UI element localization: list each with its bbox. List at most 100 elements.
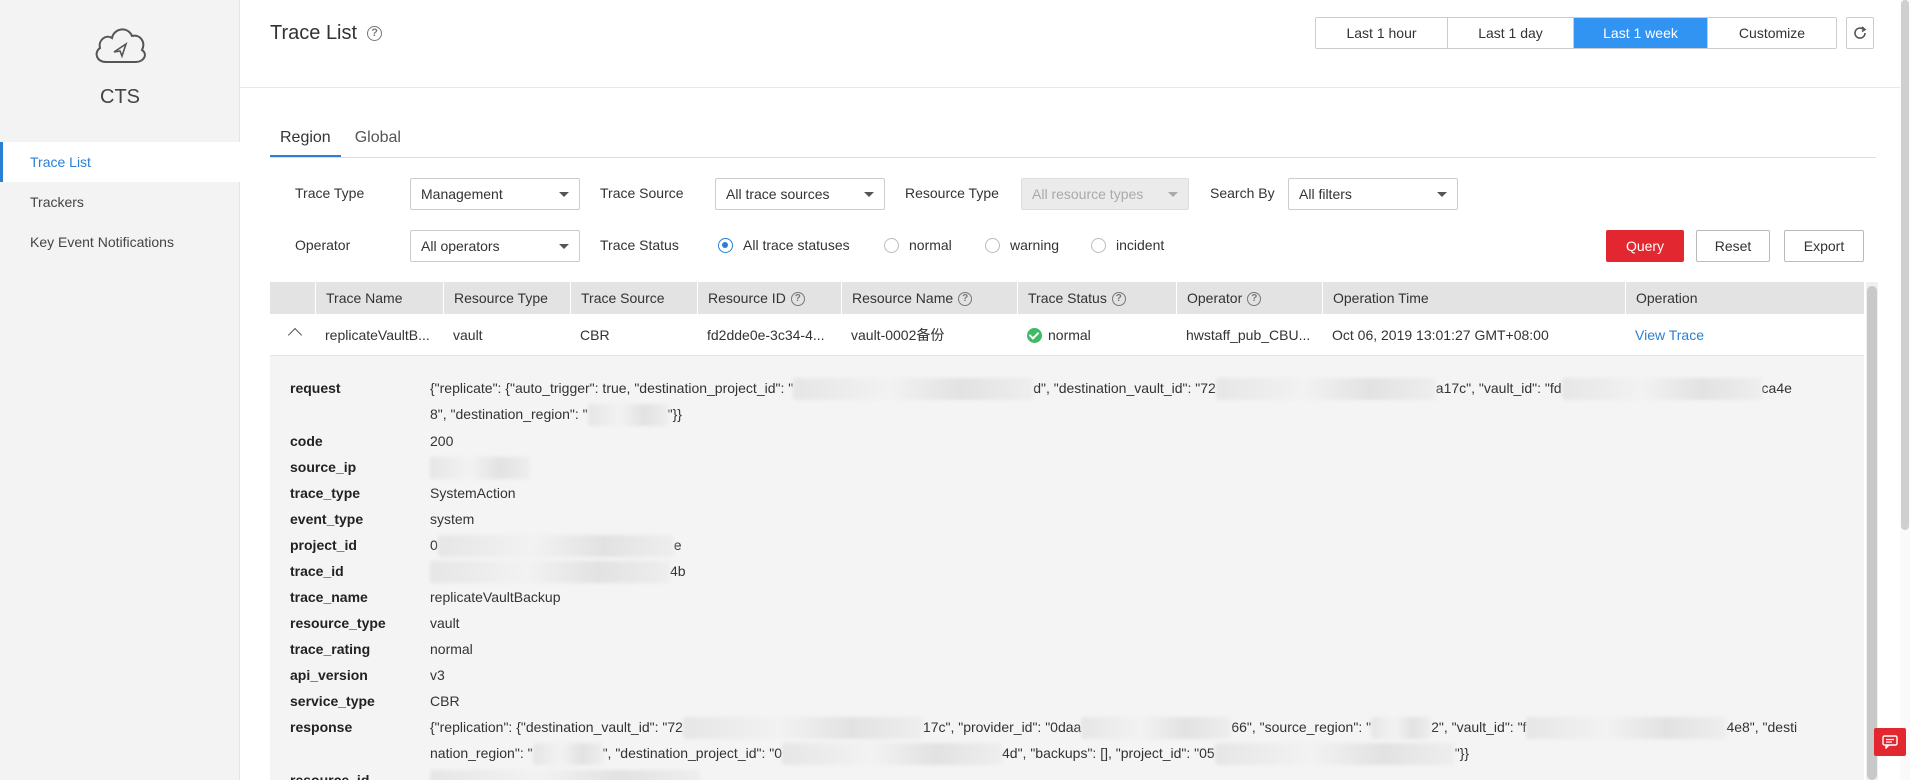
sidebar-item-trace-list[interactable]: Trace List [0, 142, 240, 182]
radio-icon [985, 237, 1000, 253]
trace-type-label: Trace Type [295, 185, 365, 201]
detail-value [430, 767, 1800, 780]
column-header-operation: Operation [1625, 282, 1864, 314]
detail-value-part: ca4e [1761, 380, 1792, 396]
status-radio-warning[interactable]: warning [985, 237, 1059, 253]
cell-resource-name: vault-0002备份 [851, 327, 945, 343]
time-range-last-1-week[interactable]: Last 1 week [1574, 18, 1708, 48]
column-header-trace-status[interactable]: Trace Status? [1017, 282, 1176, 314]
redacted-block [1561, 378, 1762, 401]
tab-global[interactable]: Global [345, 125, 411, 157]
column-header-trace-source[interactable]: Trace Source [570, 282, 697, 314]
detail-key: event_type [290, 511, 364, 527]
time-range-last-1-hour[interactable]: Last 1 hour [1316, 18, 1448, 48]
table-scrollbar-thumb[interactable] [1867, 286, 1877, 780]
redacted-block [430, 770, 700, 780]
column-header-operator-label: Operator [1187, 290, 1243, 306]
detail-value-part: 66", "source_region": " [1231, 719, 1372, 735]
refresh-icon [1854, 26, 1867, 39]
detail-value: 4b [430, 558, 1800, 584]
header-divider [240, 87, 1910, 88]
trace-source-select[interactable]: All trace sources [715, 178, 885, 210]
chevron-up-icon[interactable] [287, 327, 303, 343]
chevron-down-icon [559, 192, 569, 197]
status-radio-all-label: All trace statuses [743, 237, 850, 253]
detail-value: CBR [430, 693, 460, 709]
page-scrollbar-thumb[interactable] [1901, 0, 1909, 530]
time-range-selector: Last 1 hour Last 1 day Last 1 week Custo… [1315, 17, 1837, 49]
feedback-button[interactable] [1874, 728, 1906, 756]
trace-detail-panel: request {"replicate": {"auto_trigger": t… [270, 356, 1864, 780]
operator-label: Operator [295, 237, 351, 253]
time-range-last-1-day[interactable]: Last 1 day [1448, 18, 1574, 48]
column-header-operation-time[interactable]: Operation Time [1322, 282, 1625, 314]
detail-value: {"replication": {"destination_vault_id":… [430, 714, 1800, 766]
redacted-block [430, 561, 670, 584]
detail-value: vault [430, 615, 460, 631]
cloud-logo-icon [95, 28, 146, 63]
cell-operation-time: Oct 06, 2019 13:01:27 GMT+08:00 [1332, 327, 1549, 343]
status-radio-normal-label: normal [909, 237, 952, 253]
sidebar: CTS Trace List Trackers Key Event Notifi… [0, 0, 240, 780]
trace-type-select[interactable]: Management [410, 178, 580, 210]
help-icon[interactable]: ? [367, 26, 383, 41]
sidebar-item-trackers[interactable]: Trackers [0, 182, 240, 222]
detail-value: v3 [430, 667, 445, 683]
column-header-operator[interactable]: Operator? [1176, 282, 1322, 314]
export-button[interactable]: Export [1784, 230, 1864, 262]
detail-value-part: a17c", "vault_id": "fd [1435, 380, 1562, 396]
detail-key: trace_type [290, 485, 361, 501]
column-header-resource-name[interactable]: Resource Name? [841, 282, 1017, 314]
redacted-block [430, 457, 530, 480]
detail-key: project_id [290, 537, 357, 553]
resource-type-select[interactable]: All resource types [1021, 178, 1189, 210]
detail-value-part: 4b [670, 563, 686, 579]
cell-trace-status: normal [1017, 314, 1172, 356]
trace-source-label: Trace Source [600, 185, 684, 201]
detail-value-part: {"replication": {"destination_vault_id":… [430, 719, 683, 735]
help-icon[interactable]: ? [1247, 292, 1262, 307]
chevron-down-icon [864, 192, 874, 197]
tab-region[interactable]: Region [270, 125, 341, 157]
column-header-trace-name[interactable]: Trace Name [315, 282, 443, 314]
reset-button[interactable]: Reset [1696, 230, 1770, 262]
cell-trace-name: replicateVaultB... [325, 327, 430, 343]
page-title-text: Trace List [270, 22, 358, 44]
detail-value-part: ", "destination_project_id": "0 [602, 745, 783, 761]
redacted-block [1215, 378, 1436, 401]
search-by-label: Search By [1210, 185, 1275, 201]
column-header-resource-id[interactable]: Resource ID? [697, 282, 841, 314]
column-header-resource-type[interactable]: Resource Type [443, 282, 570, 314]
refresh-button[interactable] [1846, 17, 1874, 49]
view-trace-link[interactable]: View Trace [1625, 314, 1860, 356]
column-header-resource-name-label: Resource Name [852, 290, 954, 306]
status-radio-incident-label: incident [1116, 237, 1165, 253]
time-range-customize[interactable]: Customize [1708, 18, 1836, 48]
column-header-trace-status-label: Trace Status [1028, 290, 1107, 306]
detail-value: normal [430, 641, 473, 657]
detail-key: trace_id [290, 563, 344, 579]
redacted-block [587, 404, 668, 427]
sidebar-item-key-event-notifications[interactable]: Key Event Notifications [0, 222, 240, 262]
redacted-block [782, 743, 1003, 766]
detail-value-part: e [673, 537, 682, 553]
help-icon[interactable]: ? [790, 292, 805, 307]
cell-trace-source: CBR [580, 327, 610, 343]
status-radio-incident[interactable]: incident [1091, 237, 1164, 253]
radio-icon [1091, 237, 1106, 253]
status-radio-normal[interactable]: normal [884, 237, 952, 253]
operator-select[interactable]: All operators [410, 230, 580, 262]
radio-checked-icon [718, 237, 733, 253]
query-button[interactable]: Query [1606, 230, 1684, 262]
column-header-resource-id-label: Resource ID [708, 290, 786, 306]
detail-value-part: 8", "destination_region": " [430, 406, 588, 422]
help-icon[interactable]: ? [958, 292, 973, 307]
search-by-select[interactable]: All filters [1288, 178, 1458, 210]
detail-value-part: "}} [1454, 745, 1470, 761]
table-row[interactable]: replicateVaultB... vault CBR fd2dde0e-3c… [270, 314, 1864, 356]
redacted-block [793, 378, 1034, 401]
chevron-down-icon [1437, 192, 1447, 197]
detail-key: trace_name [290, 589, 368, 605]
help-icon[interactable]: ? [1111, 292, 1126, 307]
status-radio-all[interactable]: All trace statuses [718, 237, 850, 253]
